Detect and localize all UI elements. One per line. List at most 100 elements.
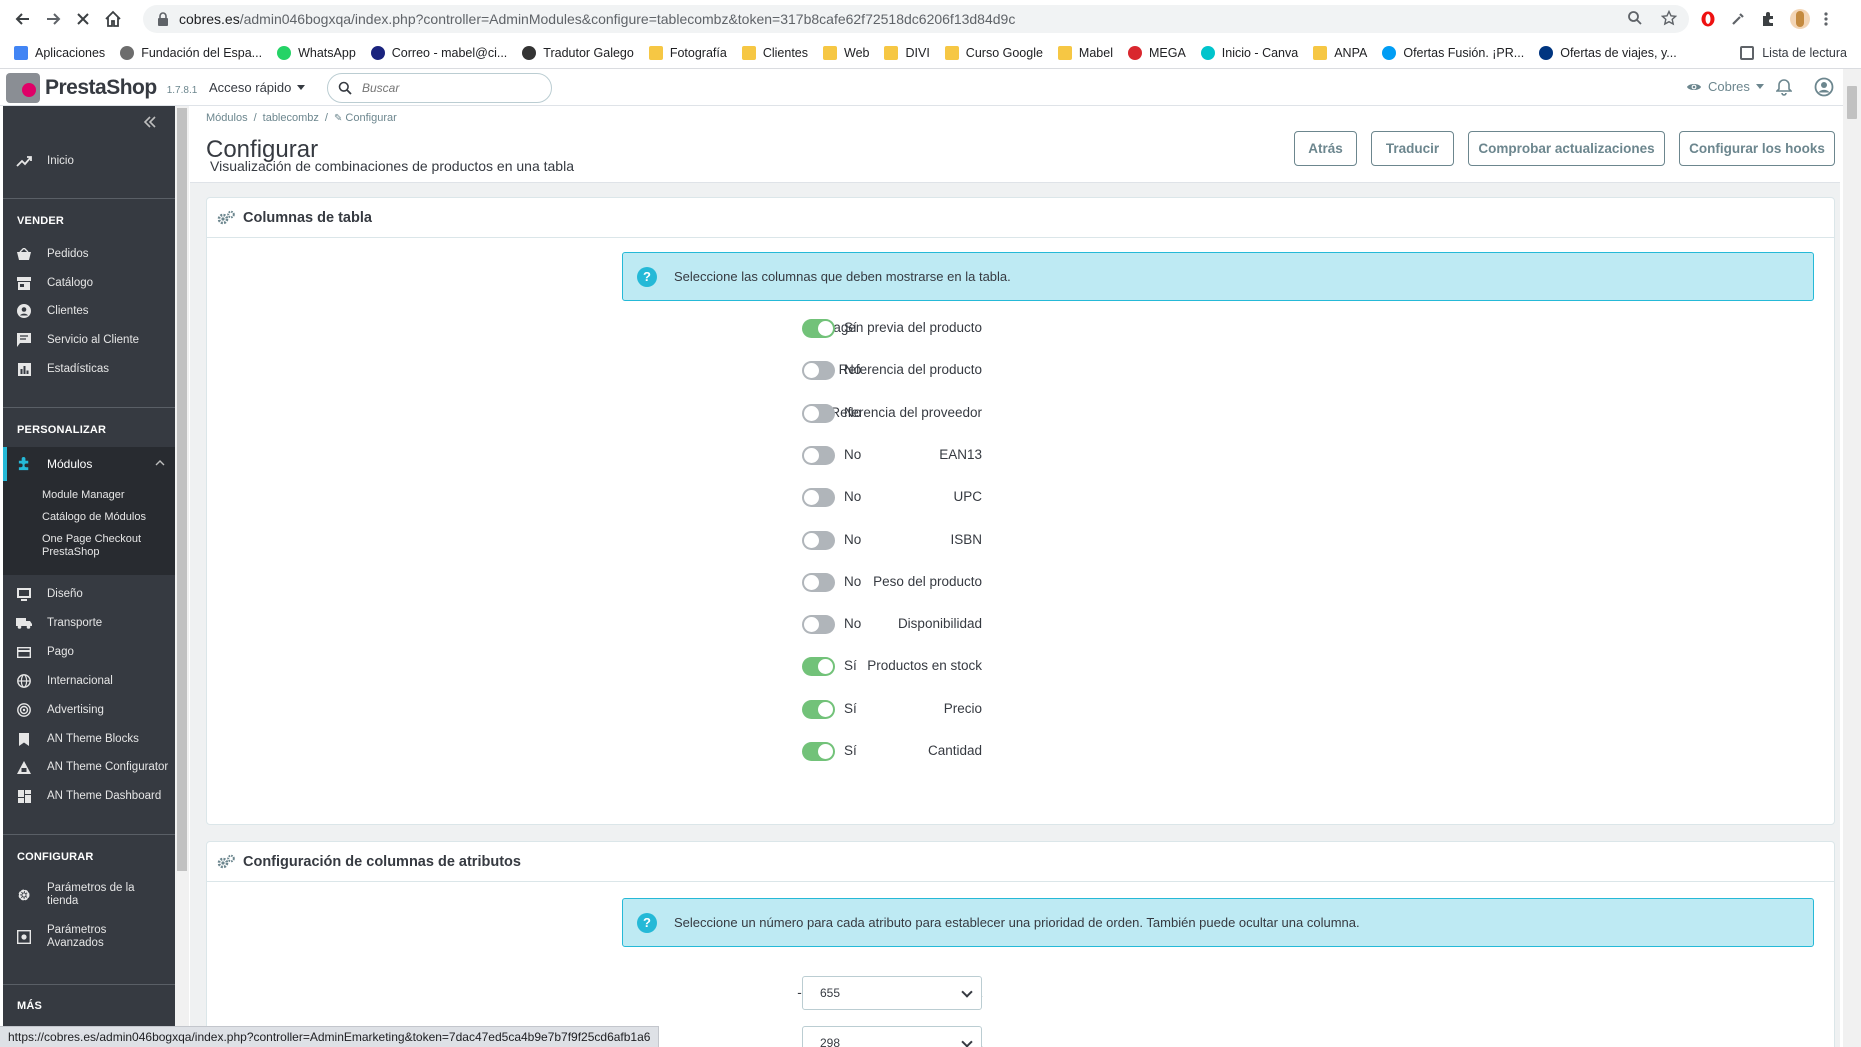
sidebar-item-transporte[interactable]: Transporte: [3, 612, 175, 634]
bookmark-item[interactable]: Mabel: [1057, 46, 1113, 60]
sidebar-item-catalogo[interactable]: Catálogo: [3, 272, 175, 294]
sidebar-item-an-theme-configurator[interactable]: AN Theme Configurator: [3, 756, 175, 778]
sidebar-scrollbar[interactable]: [175, 106, 189, 1047]
submenu-catalogo-modulos[interactable]: Catálogo de Módulos: [42, 511, 162, 524]
puzzle-extensions-icon[interactable]: [1760, 11, 1776, 27]
bookmark-item[interactable]: Ofertas de viajes, y...: [1539, 46, 1677, 60]
submenu-module-manager[interactable]: Module Manager: [42, 489, 162, 502]
search-input[interactable]: [362, 81, 522, 95]
sidebar-item-pedidos[interactable]: Pedidos: [3, 243, 175, 265]
bookmark-item[interactable]: DIVI: [884, 46, 930, 60]
forward-arrow-icon[interactable]: [38, 4, 68, 34]
stop-loading-icon[interactable]: [68, 4, 98, 34]
folder-icon: [1057, 46, 1072, 60]
bookmark-item[interactable]: Ofertas Fusión. ¡PR...: [1382, 46, 1524, 60]
reading-list-button[interactable]: Lista de lectura: [1740, 38, 1847, 68]
bookmark-item[interactable]: Correo - mabel@ci...: [370, 46, 507, 60]
translate-button[interactable]: Traducir: [1371, 131, 1454, 166]
employee-account-icon[interactable]: [1814, 77, 1834, 97]
bookmark-item[interactable]: Fotografía: [648, 46, 727, 60]
toggle-switch[interactable]: [802, 657, 835, 677]
bookmark-item[interactable]: Aplicaciones: [14, 46, 105, 60]
bookmark-item[interactable]: MEGA: [1127, 46, 1186, 60]
bookmark-item[interactable]: WhatsApp: [277, 46, 356, 60]
bookmark-item[interactable]: Web: [823, 46, 869, 60]
sidebar-label: Pago: [47, 646, 74, 658]
breadcrumb: Módulos / tablecombz / ✎ Configurar: [206, 112, 397, 124]
quick-access-dropdown[interactable]: Acceso rápido: [209, 80, 306, 95]
column-toggle-row: Productos en stock Sí: [207, 655, 1107, 679]
priority-select[interactable]: 298: [802, 1026, 982, 1047]
priority-select[interactable]: 655: [802, 976, 982, 1010]
notifications-bell-icon[interactable]: [1776, 78, 1792, 96]
prestashop-logo[interactable]: PrestaShop 1.7.8.1: [6, 73, 197, 103]
sidebar-item-clientes[interactable]: Clientes: [3, 300, 175, 322]
toggle-switch[interactable]: [802, 361, 835, 381]
field-label: ISBN: [950, 531, 982, 547]
credit-card-icon: [16, 644, 32, 660]
opera-extension-icon[interactable]: [1700, 11, 1716, 27]
toggle-switch[interactable]: [802, 403, 835, 423]
toggle-switch[interactable]: [802, 615, 835, 635]
sidebar-item-internacional[interactable]: Internacional: [3, 670, 175, 692]
column-toggle-row: Imagen previa del producto Sí: [207, 317, 1107, 341]
sidebar-item-diseno[interactable]: Diseño: [3, 583, 175, 605]
page-scrollbar[interactable]: [1843, 69, 1861, 1047]
sidebar-item-parametros-avanzados[interactable]: Parámetros Avanzados: [3, 921, 175, 953]
sidebar-item-an-theme-blocks[interactable]: AN Theme Blocks: [3, 728, 175, 750]
submenu-one-page-checkout[interactable]: One Page Checkout PrestaShop: [42, 533, 162, 559]
sidebar-item-an-theme-dashboard[interactable]: AN Theme Dashboard: [3, 785, 175, 807]
bookmark-star-icon[interactable]: [1661, 10, 1677, 26]
sidebar-item-estadisticas[interactable]: Estadísticas: [3, 358, 175, 380]
toggle-switch[interactable]: [802, 530, 835, 550]
home-icon[interactable]: [98, 4, 128, 34]
back-button[interactable]: Atrás: [1294, 131, 1357, 166]
toggle-switch[interactable]: [802, 699, 835, 719]
configure-hooks-button[interactable]: Configurar los hooks: [1679, 131, 1835, 166]
sidebar-item-advertising[interactable]: Advertising: [3, 699, 175, 721]
toggle-switch[interactable]: [802, 488, 835, 508]
browser-toolbar: cobres.es/admin046bogxqa/index.php?contr…: [0, 0, 1861, 69]
zoom-icon[interactable]: [1627, 10, 1643, 26]
sidebar-item-modulos[interactable]: Módulos: [3, 447, 175, 481]
breadcrumb-modules[interactable]: Módulos: [206, 112, 248, 124]
browser-status-url: https://cobres.es/admin046bogxqa/index.p…: [0, 1026, 660, 1047]
prestashop-logo-icon: [6, 73, 40, 103]
target-icon: [16, 702, 32, 718]
check-updates-button[interactable]: Comprobar actualizaciones: [1468, 131, 1665, 166]
url-path: /admin046bogxqa/index.php?controller=Adm…: [239, 11, 1016, 27]
sidebar-item-pago[interactable]: Pago: [3, 641, 175, 663]
bookmark-item[interactable]: Fundación del Espa...: [120, 46, 262, 60]
address-bar[interactable]: cobres.es/admin046bogxqa/index.php?contr…: [143, 5, 1689, 33]
sidebar-divider: [3, 834, 175, 835]
bookmark-item[interactable]: ANPA: [1313, 46, 1367, 60]
sidebar-item-inicio[interactable]: Inicio: [3, 150, 175, 172]
toggle-switch[interactable]: [802, 742, 835, 761]
toolbar-divider: [190, 182, 1840, 183]
profile-avatar[interactable]: [1790, 9, 1810, 29]
shop-selector[interactable]: Cobres: [1686, 79, 1764, 94]
admin-search[interactable]: [327, 73, 552, 103]
bookmark-item[interactable]: Tradutor Galego: [522, 46, 634, 60]
bookmark-item[interactable]: Curso Google: [944, 46, 1043, 60]
cogs-icon: [216, 210, 236, 226]
bookmark-item[interactable]: Inicio - Canva: [1200, 46, 1298, 60]
collapse-sidebar-icon[interactable]: [143, 116, 157, 128]
column-toggle-row: Precio Sí: [207, 698, 1107, 722]
bookmark-label: MEGA: [1148, 46, 1186, 60]
chrome-menu-icon[interactable]: [1824, 11, 1828, 27]
sidebar-scroll-thumb[interactable]: [177, 108, 187, 871]
toggle-switch[interactable]: [802, 319, 835, 338]
back-arrow-icon[interactable]: [8, 4, 38, 34]
bookmark-item[interactable]: Clientes: [741, 46, 808, 60]
page-scroll-thumb[interactable]: [1847, 86, 1857, 119]
breadcrumb-module[interactable]: tablecombz: [263, 112, 319, 124]
toggle-switch[interactable]: [802, 572, 835, 592]
sidebar-item-servicio-cliente[interactable]: Servicio al Cliente: [3, 329, 175, 351]
toggle-switch[interactable]: [802, 445, 835, 465]
eyedropper-extension-icon[interactable]: [1730, 11, 1746, 27]
field-label: Productos en stock: [867, 658, 982, 674]
url-text[interactable]: cobres.es/admin046bogxqa/index.php?contr…: [179, 11, 1015, 27]
sidebar-item-parametros-tienda[interactable]: Parámetros de la tienda: [3, 879, 175, 911]
mega-icon: [1127, 46, 1142, 60]
